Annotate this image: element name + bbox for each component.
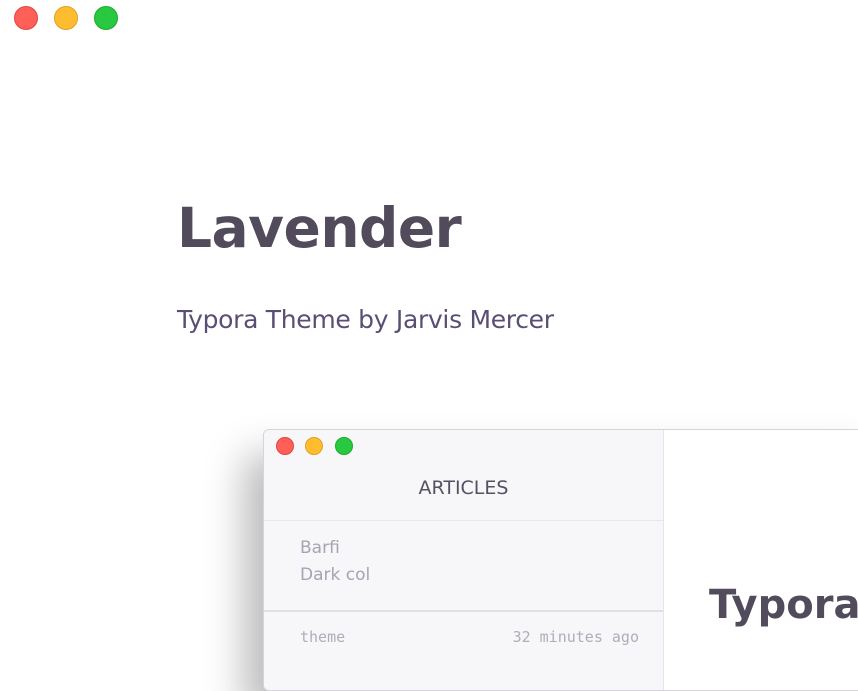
article-timestamp: 32 minutes ago	[512, 628, 639, 646]
article-excerpt-line-2: Dark col	[300, 565, 371, 585]
preview-zoom-button	[335, 437, 353, 455]
page-subtitle: Typora Theme by Jarvis Mercer	[177, 305, 554, 334]
preview-heading: Typora	[709, 582, 858, 628]
preview-close-button	[276, 437, 294, 455]
zoom-button[interactable]	[94, 6, 118, 30]
sidebar-header: ARTICLES	[418, 477, 509, 499]
article-excerpt-line-1: Barfi	[300, 538, 340, 558]
articles-sidebar: 2018-04-16 Barfi.md ARTICLES Barfi Dark …	[264, 430, 664, 690]
close-button[interactable]	[14, 6, 38, 30]
minimize-button[interactable]	[54, 6, 78, 30]
list-divider	[264, 610, 663, 612]
article-tag: theme	[300, 628, 346, 646]
header-divider	[264, 520, 663, 521]
preview-minimize-button	[305, 437, 323, 455]
theme-preview-screenshot: 2018-04-16 Barfi.md ARTICLES Barfi Dark …	[263, 429, 858, 691]
page-title: Lavender	[177, 196, 462, 260]
